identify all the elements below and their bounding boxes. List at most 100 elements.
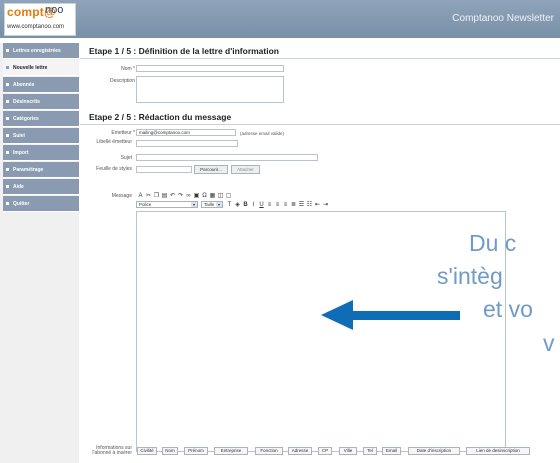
- sidebar-item-nouvelle-lettre[interactable]: Nouvelle lettre: [3, 60, 79, 76]
- font-size-value: Taille: [204, 202, 215, 207]
- message-label: Message: [111, 193, 132, 199]
- sender-hint: (adresse email valide): [240, 131, 285, 136]
- text-color-icon[interactable]: T: [226, 202, 233, 209]
- sidebar-item-quitter[interactable]: Quitter: [3, 196, 79, 212]
- browse-button[interactable]: Parcourir...: [194, 165, 228, 174]
- subject-label: Sujet: [120, 155, 132, 161]
- field-lien-desinscription-button[interactable]: Lien de desinscription: [466, 447, 530, 455]
- bullet-icon: [6, 134, 9, 137]
- sidebar-item-label: Quitter: [13, 201, 30, 207]
- field-fonction-button[interactable]: Fonction: [255, 447, 283, 455]
- name-input[interactable]: [136, 65, 284, 72]
- field-prenom-button[interactable]: Prénom: [184, 447, 208, 455]
- ordered-list-icon[interactable]: ☰: [298, 202, 305, 209]
- italic-icon[interactable]: I: [250, 202, 257, 209]
- sidebar-item-parametrage[interactable]: Paramétrage: [3, 162, 79, 178]
- sidebar-item-abonnes[interactable]: Abonnés: [3, 77, 79, 93]
- stylesheet-file-input[interactable]: [136, 166, 192, 173]
- sidebar-item-label: Catégories: [13, 116, 39, 122]
- sender-input[interactable]: mailing@comptanoo.com: [136, 129, 236, 136]
- align-left-icon[interactable]: ≡: [266, 202, 273, 209]
- sidebar-item-desinscrits[interactable]: Désinscrits: [3, 94, 79, 110]
- table-icon[interactable]: ▦: [209, 193, 216, 200]
- bold-text-icon[interactable]: A: [137, 193, 144, 200]
- paste-icon[interactable]: ▤: [161, 193, 168, 200]
- sidebar-item-lettres-enregistrees[interactable]: Lettres enregistrées: [3, 43, 79, 59]
- bullet-icon: [6, 168, 9, 171]
- stylesheet-label: Feuille de styles: [96, 166, 132, 172]
- chevron-down-icon: ▾: [216, 202, 222, 207]
- link-icon[interactable]: ∞: [185, 193, 192, 200]
- sender-name-input[interactable]: [136, 140, 238, 147]
- field-civilite-button[interactable]: Civilité: [137, 447, 157, 455]
- underline-icon[interactable]: U: [258, 202, 265, 209]
- step2-title: Etape 2 / 5 : Rédaction du message: [89, 112, 232, 122]
- field-tel-button[interactable]: Tel: [363, 447, 377, 455]
- sidebar-item-label: Paramétrage: [13, 167, 44, 173]
- bullet-icon: [6, 117, 9, 120]
- bullet-icon: [6, 83, 9, 86]
- sidebar-item-label: Import: [13, 150, 29, 156]
- redo-icon[interactable]: ↷: [177, 193, 184, 200]
- font-family-select[interactable]: Police ▾: [136, 201, 198, 208]
- divider: [80, 58, 560, 59]
- promo-line-4: v: [543, 330, 555, 356]
- field-nom-button[interactable]: Nom: [162, 447, 178, 455]
- bullet-icon: [6, 151, 9, 154]
- align-right-icon[interactable]: ≡: [282, 202, 289, 209]
- subject-input[interactable]: [136, 154, 318, 161]
- bullet-icon: [6, 100, 9, 103]
- bullet-list-icon[interactable]: ☷: [306, 202, 313, 209]
- outdent-icon[interactable]: ⇤: [314, 202, 321, 209]
- bullet-icon: [6, 202, 9, 205]
- bullet-icon: [6, 49, 9, 52]
- sidebar-item-label: Suivi: [13, 133, 25, 139]
- sidebar-item-label: Aide: [13, 184, 24, 190]
- bullet-icon: [6, 66, 9, 69]
- special-char-icon[interactable]: Ω: [201, 193, 208, 200]
- field-cp-button[interactable]: CP: [318, 447, 332, 455]
- top-bar: compt@ noo www.comptanoo.com Comptanoo N…: [0, 0, 560, 38]
- message-editor[interactable]: [136, 211, 506, 452]
- sidebar-item-categories[interactable]: Catégories: [3, 111, 79, 127]
- field-adresse-button[interactable]: Adresse: [288, 447, 312, 455]
- sidebar-item-label: Lettres enregistrées: [13, 48, 61, 54]
- sidebar-item-label: Abonnés: [13, 82, 35, 88]
- comptanoo-logo[interactable]: compt@ noo www.comptanoo.com: [4, 3, 76, 36]
- name-label: Nom *: [121, 66, 135, 72]
- logo-url: www.comptanoo.com: [7, 24, 65, 30]
- copy-icon[interactable]: ❐: [153, 193, 160, 200]
- justify-icon[interactable]: ≣: [290, 202, 297, 209]
- field-email-button[interactable]: Email: [382, 447, 401, 455]
- bg-color-icon[interactable]: ◈: [234, 202, 241, 209]
- editor-toolbar-row2: T ◈ B I U ≡ ≡ ≡ ≣ ☰ ☷ ⇤ ⇥: [226, 201, 330, 209]
- sidebar-item-aide[interactable]: Aide: [3, 179, 79, 195]
- align-center-icon[interactable]: ≡: [274, 202, 281, 209]
- font-size-select[interactable]: Taille ▾: [201, 201, 223, 208]
- attach-button[interactable]: Attacher: [231, 165, 260, 174]
- field-entreprise-button[interactable]: Entreprise: [214, 447, 248, 455]
- sender-label: Emetteur *: [111, 130, 135, 136]
- fields-label: Informations sur l'abonné à insérer: [92, 445, 132, 456]
- sidebar-item-label: Nouvelle lettre: [13, 65, 48, 71]
- step1-title: Etape 1 / 5 : Définition de la lettre d'…: [89, 46, 279, 56]
- bullet-icon: [6, 185, 9, 188]
- description-textarea[interactable]: [136, 76, 284, 103]
- undo-icon[interactable]: ↶: [169, 193, 176, 200]
- bold-icon[interactable]: B: [242, 202, 249, 209]
- sidebar-item-suivi[interactable]: Suivi: [3, 128, 79, 144]
- preview-icon[interactable]: ▢: [225, 193, 232, 200]
- description-label: Description: [109, 78, 135, 84]
- sidebar-item-import[interactable]: Import: [3, 145, 79, 161]
- indent-icon[interactable]: ⇥: [322, 202, 329, 209]
- promo-line-1: Du c: [469, 230, 517, 256]
- image-icon[interactable]: ▣: [193, 193, 200, 200]
- source-icon[interactable]: ◫: [217, 193, 224, 200]
- sender-name-label: Libellé émetteur: [96, 139, 132, 145]
- cut-icon[interactable]: ✂: [145, 193, 152, 200]
- blue-arrow-head: [321, 300, 353, 330]
- field-date-inscription-button[interactable]: Date d'inscription: [408, 447, 460, 455]
- promo-line-2: s'intèg: [437, 263, 503, 289]
- field-ville-button[interactable]: Ville: [339, 447, 357, 455]
- logo-brand-suffix: noo: [45, 4, 64, 16]
